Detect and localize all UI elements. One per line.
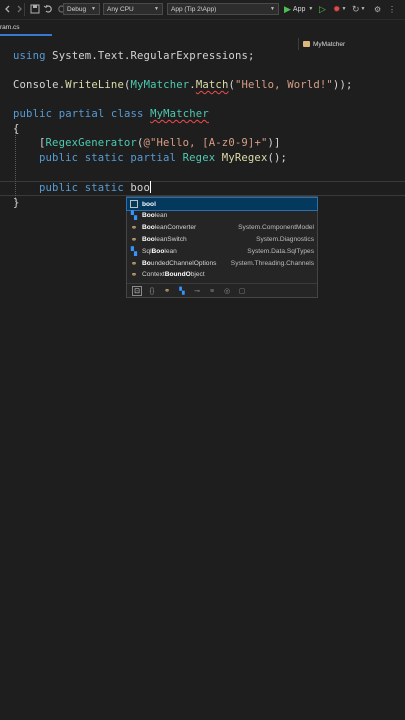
completion-item-label: SqlBoolean xyxy=(142,247,177,255)
tab-program-cs[interactable]: ram.cs xyxy=(0,20,52,36)
start-without-debugging-button[interactable]: ▷ xyxy=(319,2,326,16)
completion-item-label: BoundedChannelOptions xyxy=(142,259,217,267)
startup-project-dropdown[interactable]: App (Tip 2\App) ▼ xyxy=(167,3,279,15)
expander-filter-icon[interactable]: ⊡ xyxy=(132,286,142,296)
struct-icon: ▚ xyxy=(130,211,138,221)
completion-item[interactable]: ⚭ BooleanConverter System.ComponentModel xyxy=(127,222,317,234)
chevron-down-icon: ▼ xyxy=(341,6,347,12)
completion-item[interactable]: ⚭ ContextBoundObject xyxy=(127,269,317,281)
enum-filter-icon[interactable]: ≡ xyxy=(207,286,217,296)
keyword-filter-icon[interactable]: ▢ xyxy=(237,286,247,296)
hot-reload-button[interactable]: ✹ ▼ xyxy=(333,2,347,16)
flame-icon: ✹ xyxy=(333,3,341,14)
code-line-2: Console.WriteLine(MyMatcher.Match("Hello… xyxy=(13,79,353,91)
completion-item-namespace: System.Threading.Channels xyxy=(230,259,314,267)
configuration-label: Debug xyxy=(67,5,87,13)
chevron-down-icon: ▼ xyxy=(270,6,275,12)
class-icon: ⚭ xyxy=(130,234,138,244)
text-caret xyxy=(150,181,151,193)
start-debugging-button[interactable]: ▶ App ▼ xyxy=(284,2,313,16)
undo-icon[interactable] xyxy=(43,2,53,16)
more-glyph: ⋮ xyxy=(388,4,396,14)
completion-item-label: BooleanSwitch xyxy=(142,235,187,243)
code-line-5: [RegexGenerator(@"Hello, [A-z0-9]+")] xyxy=(39,137,281,149)
completion-item-label: BooleanConverter xyxy=(142,224,197,232)
code-line-4: { xyxy=(13,123,20,135)
chevron-down-icon: ▼ xyxy=(360,6,366,12)
completion-item[interactable]: ⚭ BoundedChannelOptions System.Threading.C… xyxy=(127,257,317,269)
error-squiggle: Match xyxy=(195,79,229,91)
delegate-filter-icon[interactable]: ⊸ xyxy=(192,286,202,296)
namespace-filter-icon[interactable]: {} xyxy=(147,286,157,296)
keyword-icon xyxy=(129,199,139,209)
code-line-8: } xyxy=(13,197,20,209)
completion-item[interactable]: ▚ SqlBoolean System.Data.SqlTypes xyxy=(127,245,317,257)
member-label: MyMatcher xyxy=(313,40,346,48)
code-line-7: public static boo xyxy=(39,181,151,194)
run-label: App xyxy=(292,5,306,13)
class-icon: ⚭ xyxy=(130,223,138,233)
completion-item-namespace: System.ComponentModel xyxy=(238,224,314,232)
tab-label: ram.cs xyxy=(0,24,20,31)
class-icon: ⚭ xyxy=(130,270,138,280)
main-toolbar: Debug ▼ Any CPU ▼ App (Tip 2\App) ▼ ▶ Ap… xyxy=(0,0,405,20)
play-outline-icon: ▷ xyxy=(319,3,326,14)
chevron-down-icon: ▼ xyxy=(91,6,96,12)
struct-icon: ▚ xyxy=(130,246,138,256)
completion-item-namespace: System.Diagnostics xyxy=(256,235,314,243)
intellisense-popup: bool ▚ Boolean ⚭ BooleanConverter System.Comp… xyxy=(126,196,318,298)
tools-glyph: ⚙ xyxy=(374,4,382,14)
play-icon: ▶ xyxy=(284,3,291,14)
completion-item[interactable]: ▚ Boolean xyxy=(127,210,317,222)
chevron-down-icon: ▼ xyxy=(308,6,314,12)
code-line-6: public static partial Regex MyRegex(); xyxy=(39,152,288,164)
indent-guide xyxy=(15,132,16,202)
back-icon[interactable] xyxy=(3,2,13,16)
save-all-icon[interactable] xyxy=(30,2,40,16)
completion-item-label: ContextBoundObject xyxy=(142,271,205,279)
completion-item-label: Boolean xyxy=(142,212,168,220)
platform-label: Any CPU xyxy=(107,5,134,13)
completion-filter-bar: ⊡ {} ⚭ ▚ ⊸ ≡ ◎ ▢ xyxy=(127,283,317,298)
tools-icon[interactable]: ⚙ xyxy=(374,2,381,16)
class-filter-icon[interactable]: ⚭ xyxy=(162,286,172,296)
interface-filter-icon[interactable]: ◎ xyxy=(222,286,232,296)
class-icon xyxy=(303,41,310,47)
completion-item[interactable]: bool xyxy=(126,197,318,211)
configuration-dropdown[interactable]: Debug ▼ xyxy=(63,3,100,15)
completion-item-label: bool xyxy=(142,200,156,208)
completion-item[interactable]: ⚭ BooleanSwitch System.Diagnostics xyxy=(127,233,317,245)
code-line-3: public partial class MyMatcher xyxy=(13,108,209,120)
code-line-1: using System.Text.RegularExpressions; xyxy=(13,50,255,62)
forward-icon[interactable] xyxy=(14,2,24,16)
struct-filter-icon[interactable]: ▚ xyxy=(177,286,187,296)
member-dropdown[interactable]: MyMatcher xyxy=(298,38,405,50)
refresh-button[interactable]: ↻ ▼ xyxy=(352,2,366,16)
overflow-icon[interactable]: ⋮ xyxy=(388,2,396,16)
class-icon: ⚭ xyxy=(130,258,138,268)
document-tabs: ram.cs xyxy=(0,20,405,38)
chevron-down-icon: ▼ xyxy=(154,6,159,12)
refresh-icon: ↻ xyxy=(352,3,360,14)
completion-item-namespace: System.Data.SqlTypes xyxy=(247,247,314,255)
platform-dropdown[interactable]: Any CPU ▼ xyxy=(103,3,163,15)
startup-project-label: App (Tip 2\App) xyxy=(171,5,217,13)
